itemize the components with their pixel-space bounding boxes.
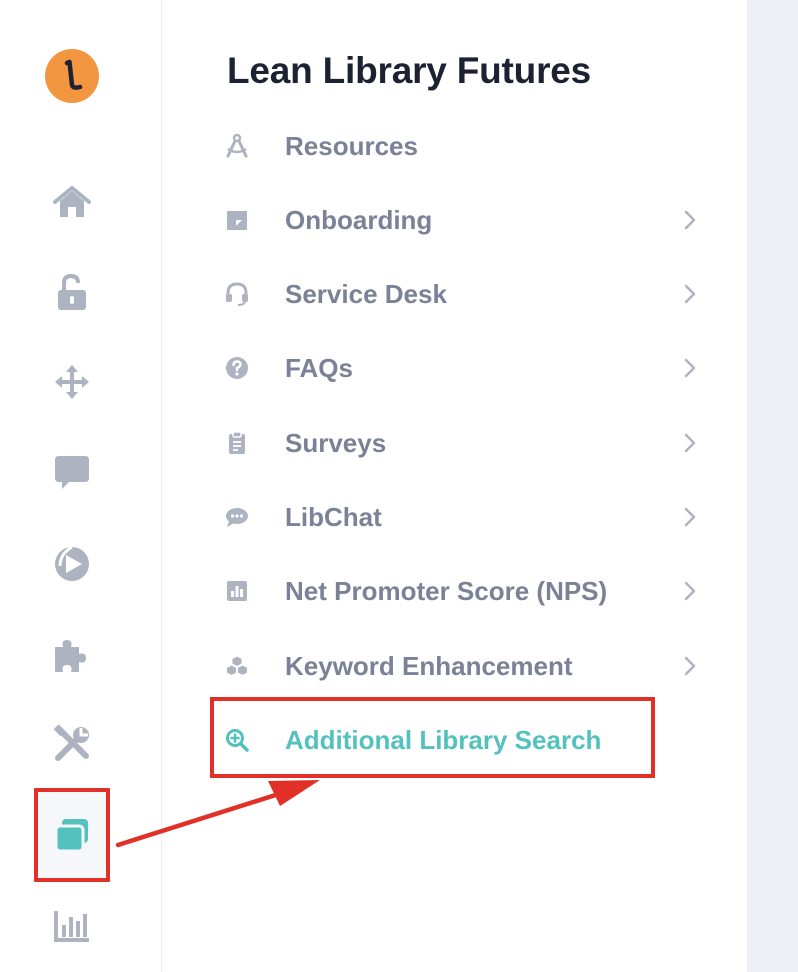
move-arrows-icon[interactable] — [48, 358, 96, 406]
chevron-right-icon — [684, 581, 696, 601]
menu-item-label: Resources — [285, 130, 418, 161]
icon-sidebar — [0, 0, 162, 972]
menu-item-faqs[interactable]: FAQs — [224, 338, 699, 398]
annotation-highlight-box — [210, 697, 655, 778]
menu-item-label: Surveys — [285, 427, 387, 458]
tools-icon[interactable] — [48, 720, 96, 768]
headset-icon — [224, 281, 250, 307]
menu-item-resources[interactable]: Resources — [224, 116, 699, 176]
bar-chart-icon[interactable] — [48, 902, 96, 950]
menu-item-keyword-enhancement[interactable]: Keyword Enhancement — [224, 636, 699, 696]
menu-item-onboarding[interactable]: Onboarding — [224, 190, 699, 250]
chevron-right-icon — [684, 507, 696, 527]
speech-bubble-icon — [224, 504, 250, 530]
content-background — [747, 0, 798, 972]
menu-item-libchat[interactable]: LibChat — [224, 487, 699, 547]
chat-bubble-icon[interactable] — [48, 448, 96, 496]
menu-item-surveys[interactable]: Surveys — [224, 413, 699, 473]
square-note-icon — [224, 207, 250, 233]
cubes-icon — [224, 653, 250, 679]
lean-library-logo[interactable] — [45, 49, 99, 103]
menu-item-label: Net Promoter Score (NPS) — [285, 575, 608, 606]
clipboard-icon — [224, 430, 250, 456]
question-circle-icon — [224, 355, 250, 381]
chevron-right-icon — [684, 433, 696, 453]
menu-item-label: Keyword Enhancement — [285, 650, 573, 681]
chevron-right-icon — [684, 210, 696, 230]
puzzle-icon[interactable] — [48, 632, 96, 680]
chevron-right-icon — [684, 656, 696, 676]
chart-square-icon — [224, 578, 250, 604]
unlock-icon[interactable] — [48, 268, 96, 316]
menu-item-label: Service Desk — [285, 278, 447, 309]
menu-item-label: Onboarding — [285, 204, 433, 235]
submenu-panel: Lean Library Futures Resources Onboardin… — [162, 0, 747, 972]
panel-title: Lean Library Futures — [227, 50, 592, 91]
home-icon[interactable] — [48, 178, 96, 226]
play-circle-icon[interactable] — [48, 540, 96, 588]
chevron-right-icon — [684, 284, 696, 304]
menu-item-label: LibChat — [285, 501, 382, 532]
library-stack-icon[interactable] — [34, 788, 110, 882]
menu-item-label: FAQs — [285, 352, 353, 383]
menu-item-nps[interactable]: Net Promoter Score (NPS) — [224, 561, 699, 621]
compass-icon — [224, 133, 250, 159]
menu-item-service-desk[interactable]: Service Desk — [224, 264, 699, 324]
chevron-right-icon — [684, 358, 696, 378]
